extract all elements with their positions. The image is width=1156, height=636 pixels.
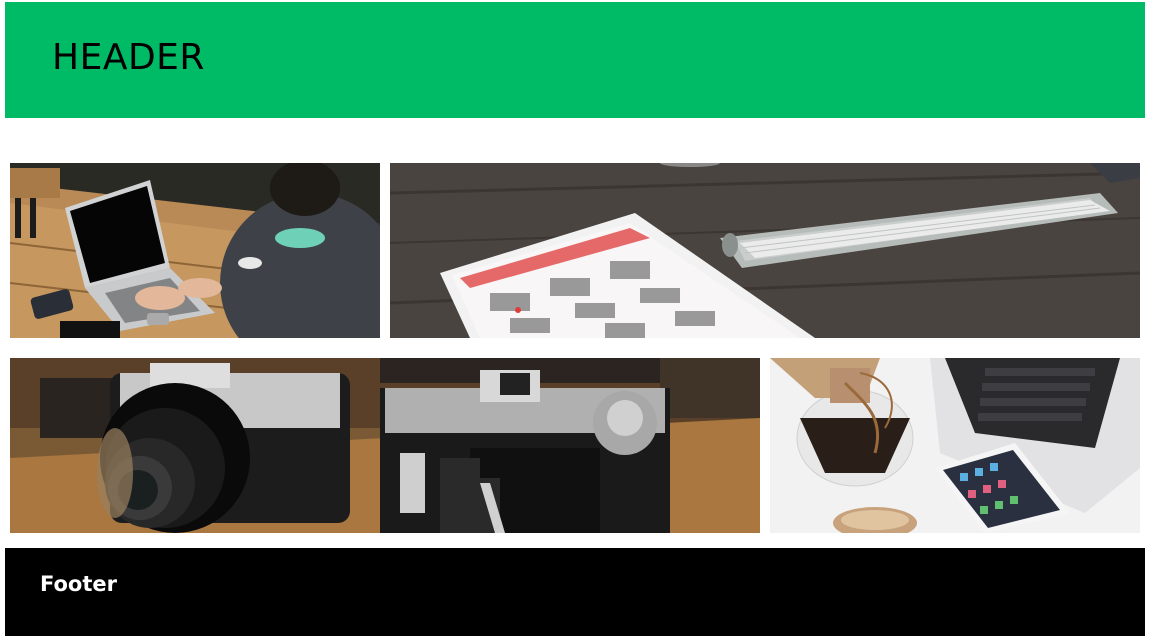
header-title: HEADER [52, 37, 205, 78]
page-header: HEADER [5, 2, 1145, 118]
gallery-image-tablet-keyboard [390, 163, 1140, 338]
gallery-image-cameras [10, 358, 760, 533]
page-footer: Footer [5, 548, 1145, 636]
gallery-image-laptop [10, 163, 380, 338]
footer-text: Footer [40, 572, 117, 596]
gallery-image-coffee-phone [770, 358, 1140, 533]
